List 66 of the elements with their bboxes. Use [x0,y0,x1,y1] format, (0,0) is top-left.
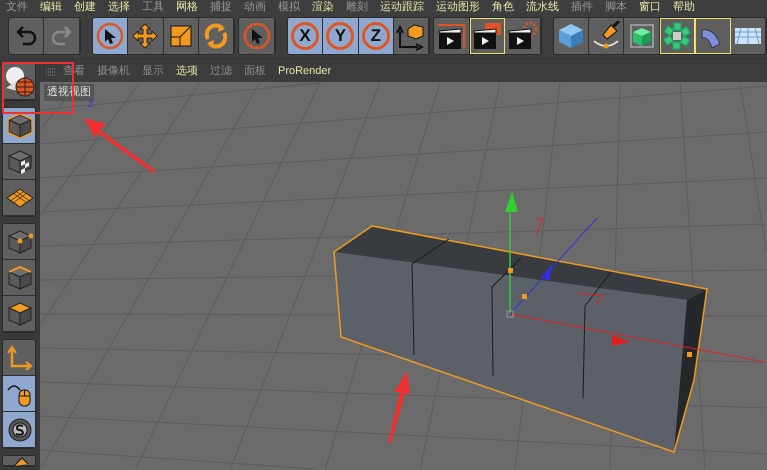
drag-handle-icon [46,68,56,76]
menu-item[interactable]: 编辑 [34,0,68,14]
axis-label: Z [88,100,94,109]
toolbar-button[interactable] [470,18,506,54]
menu-item[interactable]: 创建 [68,0,102,14]
menu-item[interactable]: 窗口 [633,0,667,14]
polygons-mode-cube-icon [7,300,33,326]
clapperboard-icon [471,20,503,50]
menu-item[interactable]: 运动图形 [430,0,486,14]
menu-item[interactable]: 模拟 [272,0,306,14]
axis-mode-icon [7,344,33,370]
toolbar-button[interactable] [198,18,234,54]
menu-item[interactable]: 插件 [565,0,599,14]
toolbar-button[interactable] [505,18,541,54]
box-drawing[interactable] [333,225,708,453]
model-mode-cube-icon [7,112,33,138]
toolbar-button[interactable] [394,18,430,54]
mode-button[interactable] [3,296,35,332]
menu-item[interactable]: 帮助 [667,0,701,14]
mode-button[interactable] [3,376,35,412]
scale-icon [168,24,193,48]
mode-button[interactable] [3,224,35,260]
menu-item[interactable]: 捕捉 [204,0,238,14]
mode-button[interactable] [3,412,35,448]
toolbar-button[interactable] [434,18,470,54]
menu-item[interactable]: 工具 [136,0,170,14]
toolbar-button[interactable] [554,18,589,54]
snap-icon [7,416,33,442]
toolbar-button[interactable] [164,18,199,54]
points-mode-cube-icon [7,228,33,254]
menu-item[interactable]: 运动跟踪 [374,0,430,14]
floor-grid-icon [734,28,761,44]
toolbar-button[interactable] [589,18,624,54]
mode-button[interactable] [3,180,35,216]
toolbar-button[interactable] [624,18,660,54]
mode-button[interactable] [3,260,35,296]
clapperboard-icon [506,20,538,50]
move-arrows-icon [131,22,160,50]
menu-item[interactable]: 流水线 [520,0,565,14]
mode-button[interactable] [3,340,35,376]
cube-icon [556,22,585,50]
toolbar-button[interactable] [660,18,696,54]
menu-item[interactable]: 角色 [486,0,520,14]
cloner-icon [662,20,692,50]
mode-button[interactable] [3,108,35,144]
cursor-icon [94,20,125,50]
toolbar-button[interactable] [730,18,766,54]
menu-item[interactable]: 渲染 [306,0,340,14]
mode-button[interactable] [3,144,35,180]
edges-mode-cube-icon [7,264,33,290]
toolbar-button[interactable] [128,18,164,54]
menu-item[interactable]: 雕刻 [340,0,374,14]
generator-cube-icon [628,22,656,50]
toolbar-button[interactable] [92,18,128,54]
move-gizmo-drawing[interactable] [505,192,766,362]
viewport-menu-item[interactable]: ProRender [273,63,336,80]
toolbar-button[interactable] [695,18,731,54]
menu-item[interactable]: 选择 [102,0,136,14]
pen-nib-icon [591,20,622,50]
viewport-menu-item[interactable]: 选项 [171,63,203,80]
rotate-icon [203,22,230,48]
menu-item[interactable]: 脚本 [599,0,633,14]
menu-item[interactable]: 动画 [238,0,272,14]
menu-item[interactable]: 文件 [0,0,34,14]
menu-item[interactable]: 网格 [170,0,204,14]
texture-cube-icon [7,148,33,174]
